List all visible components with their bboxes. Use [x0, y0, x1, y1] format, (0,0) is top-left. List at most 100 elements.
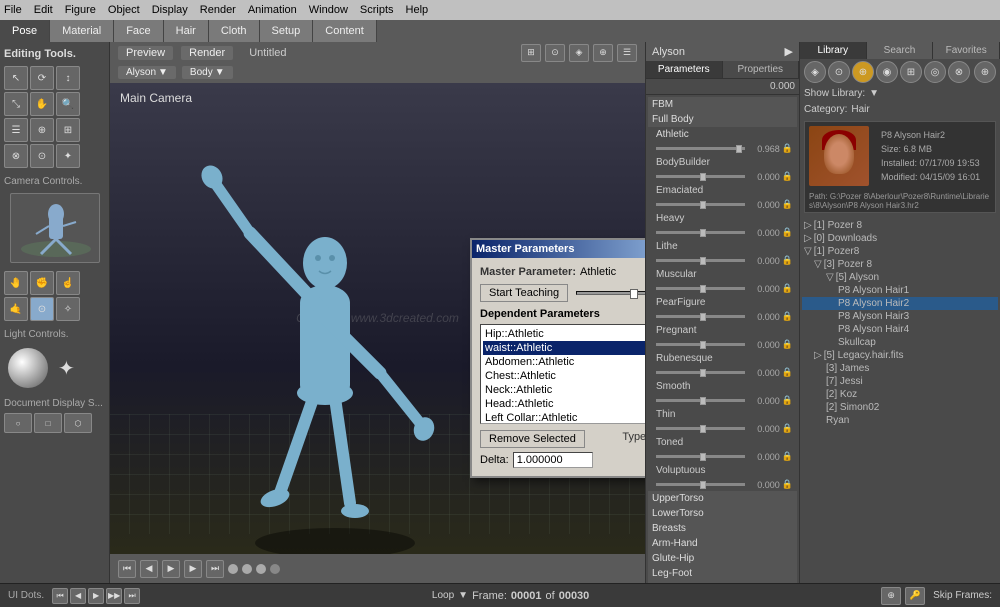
tree-item-james[interactable]: [3] James — [802, 362, 998, 375]
param-thin-slider[interactable]: 0.000 🔒 — [648, 422, 797, 435]
playback-prev[interactable]: ◀ — [140, 560, 158, 578]
hand-btn-2[interactable]: ✊ — [30, 271, 54, 295]
tool-btn-1[interactable]: ↖ — [4, 66, 28, 90]
tree-item-hair4[interactable]: P8 Alyson Hair4 — [802, 323, 998, 336]
vp-icon-1[interactable]: ⊞ — [521, 44, 541, 62]
tree-item-ryan[interactable]: Ryan — [802, 414, 998, 427]
start-teaching-button[interactable]: Start Teaching — [480, 284, 568, 302]
tool-btn-3[interactable]: ↕ — [56, 66, 80, 90]
param-athletic-slider[interactable]: 0.968 🔒 — [648, 142, 797, 155]
bottom-vp-btn-4[interactable]: ▶▶ — [106, 588, 122, 604]
tab-material[interactable]: Material — [50, 20, 114, 42]
viewport-3d[interactable]: Main Camera Copyright www.3dcreated.com — [110, 83, 645, 555]
param-rubenesque[interactable]: Rubenesque — [648, 351, 797, 366]
tool-btn-12[interactable]: ✦ — [56, 144, 80, 168]
menu-object[interactable]: Object — [108, 4, 140, 16]
param-lithe-slider[interactable]: 0.000 🔒 — [648, 254, 797, 267]
param-pregnant[interactable]: Pregnant — [648, 323, 797, 338]
rubenesque-track[interactable] — [656, 371, 745, 374]
toned-track[interactable] — [656, 455, 745, 458]
lib-icon-3[interactable]: ⊕ — [852, 61, 874, 83]
tab-parameters[interactable]: Parameters — [646, 61, 723, 78]
muscular-track[interactable] — [656, 287, 745, 290]
playback-next[interactable]: ▶ — [184, 560, 202, 578]
voluptuous-track[interactable] — [656, 483, 745, 486]
menu-window[interactable]: Window — [309, 4, 348, 16]
param-thin[interactable]: Thin — [648, 407, 797, 422]
param-athletic[interactable]: Athletic — [648, 127, 797, 142]
emaciated-track[interactable] — [656, 203, 745, 206]
teaching-slider[interactable] — [576, 291, 645, 295]
full-body-group-title[interactable]: Full Body — [648, 112, 797, 127]
tree-item-pozer8-1[interactable]: ▷ [1] Pozer 8 — [802, 219, 998, 232]
vp-icon-4[interactable]: ⊕ — [593, 44, 613, 62]
tab-pose[interactable]: Pose — [0, 20, 50, 42]
tool-btn-11[interactable]: ⊙ — [30, 144, 54, 168]
lib-tab-favorites[interactable]: Favorites — [933, 42, 1000, 59]
param-heavy-slider[interactable]: 0.000 🔒 — [648, 226, 797, 239]
dep-item-head[interactable]: Head::Athletic — [483, 397, 645, 411]
playback-play[interactable]: ▶ — [162, 560, 180, 578]
tree-item-legacy[interactable]: ▷ [5] Legacy.hair.fits — [802, 349, 998, 362]
tree-item-jessi[interactable]: [7] Jessi — [802, 375, 998, 388]
heavy-track[interactable] — [656, 231, 745, 234]
param-muscular-slider[interactable]: 0.000 🔒 — [648, 282, 797, 295]
param-heavy[interactable]: Heavy — [648, 211, 797, 226]
playback-end[interactable]: ⏭ — [206, 560, 224, 578]
tab-content[interactable]: Content — [313, 20, 377, 42]
tree-item-pozer8-2[interactable]: ▽ [1] Pozer8 — [802, 245, 998, 258]
dependent-params-list[interactable]: Hip::Athletic waist::Athletic Abdomen::A… — [480, 324, 645, 424]
lib-tab-library[interactable]: Library — [800, 42, 867, 59]
tree-item-downloads[interactable]: ▷ [0] Downloads — [802, 232, 998, 245]
dep-item-hip[interactable]: Hip::Athletic — [483, 327, 645, 341]
param-smooth[interactable]: Smooth — [648, 379, 797, 394]
lib-icon-7[interactable]: ⊗ — [948, 61, 970, 83]
bottom-vp-btn-1[interactable]: ⏮ — [52, 588, 68, 604]
thin-track[interactable] — [656, 427, 745, 430]
playback-icon-2[interactable]: 🔑 — [905, 587, 925, 605]
bodybuilder-slider-track[interactable] — [656, 175, 745, 178]
lib-icon-1[interactable]: ◈ — [804, 61, 826, 83]
param-pearfigure[interactable]: PearFigure — [648, 295, 797, 310]
delta-input[interactable] — [513, 452, 593, 468]
vp-icon-2[interactable]: ⊙ — [545, 44, 565, 62]
playback-icon-1[interactable]: ⊕ — [881, 587, 901, 605]
bottom-vp-btn-3[interactable]: ▶ — [88, 588, 104, 604]
add-button[interactable]: ⊕ — [974, 61, 996, 83]
tree-item-hair2[interactable]: P8 Alyson Hair2 — [802, 297, 998, 310]
menu-scripts[interactable]: Scripts — [360, 4, 394, 16]
dep-item-neck[interactable]: Neck::Athletic — [483, 383, 645, 397]
tool-btn-4[interactable]: ⤡ — [4, 92, 28, 116]
param-lithe[interactable]: Lithe — [648, 239, 797, 254]
param-voluptuous-slider[interactable]: 0.000 🔒 — [648, 478, 797, 491]
lib-icon-5[interactable]: ⊞ — [900, 61, 922, 83]
render-tab[interactable]: Render — [181, 46, 233, 60]
param-voluptuous[interactable]: Voluptuous — [648, 463, 797, 478]
bottom-vp-btn-2[interactable]: ◀ — [70, 588, 86, 604]
param-toned[interactable]: Toned — [648, 435, 797, 450]
menu-file[interactable]: File — [4, 4, 22, 16]
tool-btn-7[interactable]: ☰ — [4, 118, 28, 142]
vp-icon-3[interactable]: ◈ — [569, 44, 589, 62]
param-bodybuilder[interactable]: BodyBuilder — [648, 155, 797, 170]
menu-render[interactable]: Render — [200, 4, 236, 16]
display-btn-2[interactable]: □ — [34, 413, 62, 433]
hand-btn-3[interactable]: ☝ — [56, 271, 80, 295]
lib-tab-search[interactable]: Search — [867, 42, 934, 59]
legfoot-group[interactable]: Leg-Foot — [648, 566, 797, 581]
param-bodybuilder-slider[interactable]: 0.000 🔒 — [648, 170, 797, 183]
lib-icon-4[interactable]: ◉ — [876, 61, 898, 83]
tool-btn-8[interactable]: ⊕ — [30, 118, 54, 142]
body-nav[interactable]: Body ▼ — [182, 66, 233, 79]
dep-item-waist[interactable]: waist::Athletic — [483, 341, 645, 355]
param-toned-slider[interactable]: 0.000 🔒 — [648, 450, 797, 463]
param-emaciated[interactable]: Emaciated — [648, 183, 797, 198]
menu-help[interactable]: Help — [406, 4, 429, 16]
loop-arrow[interactable]: ▼ — [458, 590, 468, 601]
dep-item-abdomen[interactable]: Abdomen::Athletic — [483, 355, 645, 369]
param-pearfigure-slider[interactable]: 0.000 🔒 — [648, 310, 797, 323]
tab-face[interactable]: Face — [114, 20, 163, 42]
tree-item-alyson[interactable]: ▽ [5] Alyson — [802, 271, 998, 284]
dep-item-chest[interactable]: Chest::Athletic — [483, 369, 645, 383]
hand-btn-6[interactable]: ✧ — [56, 297, 80, 321]
